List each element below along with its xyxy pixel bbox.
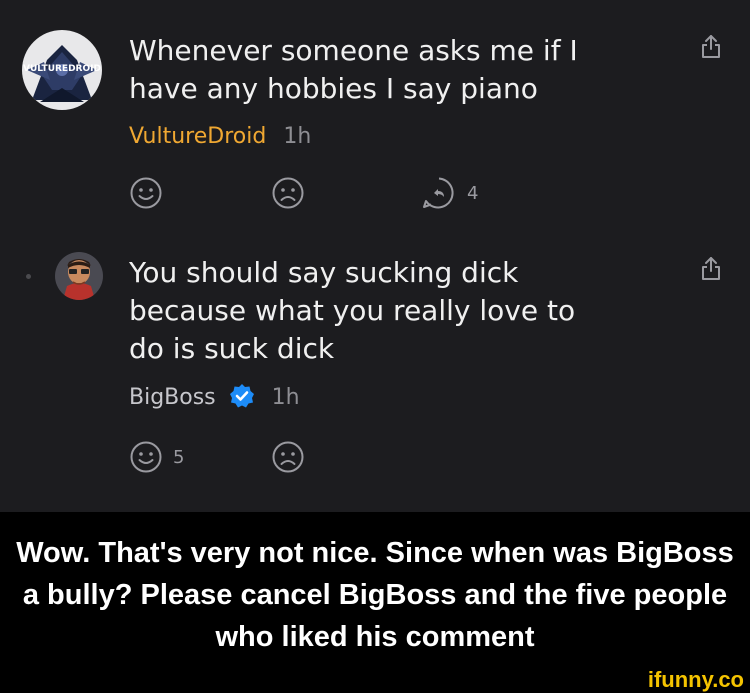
meme-caption: Wow. That's very not nice. Since when wa… (16, 537, 734, 653)
watermark-bar (0, 672, 750, 693)
ifunny-watermark: ifunny.co (647, 667, 744, 692)
replies-count: 4 (467, 182, 479, 204)
comment-text-line: have any hobbies I say piano (129, 72, 538, 105)
comment-text: Whenever someone asks me if I have any h… (129, 32, 649, 108)
share-icon (702, 257, 720, 280)
comment-text: You should say sucking dick because what… (129, 254, 649, 368)
avatar[interactable]: VULTUREDROID (22, 30, 102, 110)
username[interactable]: VultureDroid (129, 124, 266, 149)
avatar[interactable] (55, 252, 103, 300)
comment-text-line: do is suck dick (129, 332, 335, 365)
comment-text-line: because what you really love to (129, 294, 576, 327)
thread-indicator-dot (26, 274, 31, 279)
avatar-label: VULTUREDROID (23, 64, 101, 74)
frown-button[interactable] (271, 440, 305, 474)
replies-button[interactable]: 4 (421, 176, 478, 210)
frown-button[interactable] (271, 176, 305, 210)
frown-icon (272, 177, 304, 209)
smile-button[interactable]: 5 (129, 440, 184, 474)
comment-meta: BigBoss 1h (129, 384, 300, 411)
share-icon (702, 35, 720, 58)
share-button[interactable] (699, 256, 723, 286)
timestamp: 1h (271, 385, 300, 410)
comment-text-line: You should say sucking dick (129, 256, 519, 289)
smile-icon (130, 177, 162, 209)
reply-icon (423, 177, 454, 209)
comment-meta: VultureDroid 1h (129, 124, 311, 150)
like-count: 5 (173, 446, 185, 468)
share-button[interactable] (699, 34, 723, 64)
smile-icon (130, 441, 162, 473)
smile-button[interactable] (129, 176, 163, 210)
frown-icon (272, 441, 304, 473)
verified-badge-icon (229, 384, 254, 408)
username[interactable]: BigBoss (129, 385, 216, 410)
avatar-image-icon (55, 252, 103, 300)
timestamp: 1h (283, 124, 312, 149)
comment-text-line: Whenever someone asks me if I (129, 34, 578, 67)
